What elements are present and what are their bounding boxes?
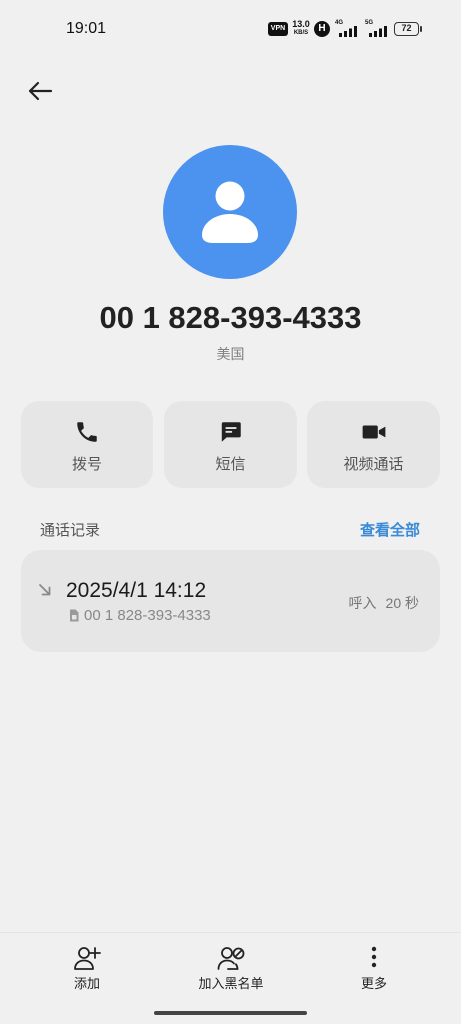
call-record-duration: 20 秒: [385, 595, 419, 611]
contact-region: 美国: [216, 346, 245, 362]
hd-voice-icon: H: [314, 21, 330, 37]
battery-nub: [420, 26, 422, 32]
person-icon: [163, 145, 297, 279]
call-record-type: 呼入: [348, 595, 377, 611]
back-arrow-icon[interactable]: [26, 79, 54, 103]
network-speed: 13.0 KB/S: [291, 20, 311, 37]
network-speed-value: 13.0: [292, 19, 310, 29]
incoming-call-arrow-icon: [39, 584, 51, 596]
block-contact-icon: [217, 947, 245, 970]
network-speed-unit: KB/S: [293, 30, 309, 36]
more-label: 更多: [360, 976, 387, 991]
signal-strength-icon: 4G: [335, 20, 359, 37]
vpn-icon: VPN: [268, 22, 288, 36]
bottom-bar-divider: [0, 932, 461, 933]
video-call-button-label: 视频通话: [343, 456, 404, 473]
call-record-info: 呼入 20 秒: [349, 593, 419, 613]
call-record-datetime: 2025/4/1 14:12: [66, 579, 207, 602]
more-button[interactable]: 更多: [324, 942, 424, 998]
add-contact-icon: [74, 947, 101, 970]
message-button-label: 短信: [215, 456, 246, 473]
home-indicator[interactable]: [154, 1011, 307, 1015]
add-contact-label: 添加: [73, 976, 100, 991]
more-vertical-icon: [371, 946, 377, 968]
view-all-link[interactable]: 查看全部: [360, 521, 420, 541]
video-call-button[interactable]: 视频通话: [307, 401, 440, 488]
call-record-number: 00 1 828-393-4333: [84, 607, 211, 624]
video-camera-icon: [362, 425, 385, 439]
message-button[interactable]: 短信: [164, 401, 297, 488]
phone-icon: [77, 422, 97, 442]
contact-phone-number: 00 1 828-393-4333: [99, 300, 362, 335]
avatar: [163, 145, 297, 279]
sim-card-icon: [70, 609, 79, 622]
add-contact-button[interactable]: 添加: [37, 942, 137, 998]
block-contact-label: 加入黑名单: [198, 976, 264, 991]
status-time: 19:01: [66, 20, 107, 37]
message-icon: [221, 422, 241, 442]
block-contact-button[interactable]: 加入黑名单: [181, 942, 281, 998]
call-button-label: 拨号: [71, 456, 102, 473]
battery-icon: 72: [394, 22, 419, 36]
call-log-title: 通话记录: [40, 522, 101, 539]
signal-strength-icon: 5G: [362, 20, 389, 37]
call-button[interactable]: 拨号: [21, 401, 153, 488]
